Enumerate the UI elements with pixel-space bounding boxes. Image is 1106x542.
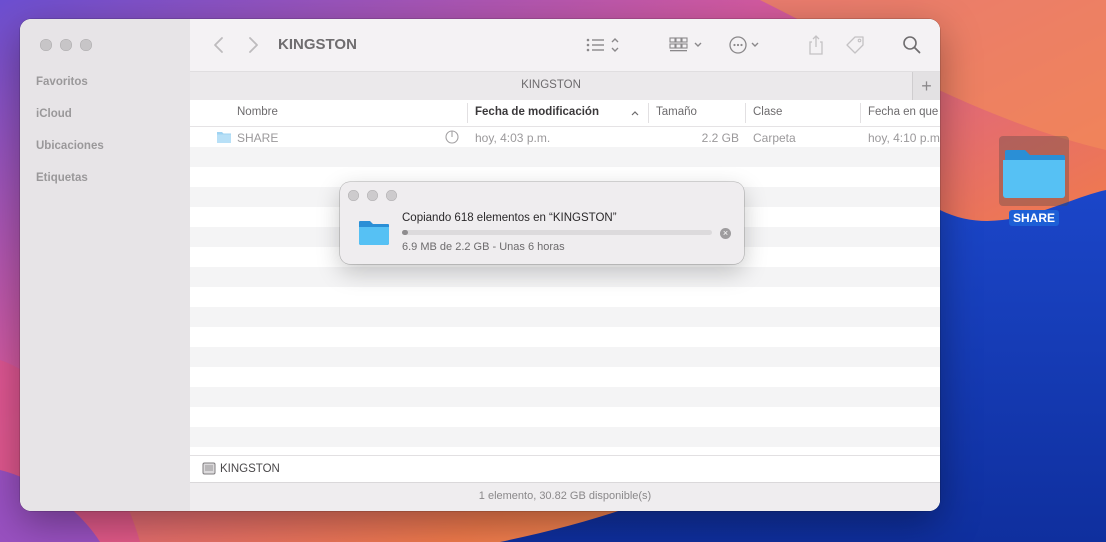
column-header: Nombre Fecha de modificación Tamaño Clas… (190, 100, 940, 127)
column-separator[interactable] (467, 103, 468, 123)
copy-progress-bar (402, 230, 712, 235)
file-list-background (190, 127, 940, 451)
path-item-kingston[interactable]: KINGSTON (220, 463, 280, 475)
path-bar: KINGSTON (190, 455, 940, 483)
sort-ascending-icon (631, 111, 639, 116)
column-separator[interactable] (648, 103, 649, 123)
desktop-folder-share[interactable] (999, 136, 1069, 206)
search-icon[interactable] (901, 33, 923, 57)
column-separator[interactable] (745, 103, 746, 123)
cancel-copy-button[interactable]: × (720, 228, 731, 239)
column-kind[interactable]: Clase (753, 106, 782, 118)
folder-icon (1003, 150, 1065, 198)
close-button[interactable] (40, 39, 52, 51)
copy-dialog-title: Copiando 618 elementos en “KINGSTON” (402, 212, 617, 224)
new-tab-button[interactable]: + (912, 72, 940, 100)
copy-dialog-status: 6.9 MB de 2.2 GB - Unas 6 horas (402, 241, 565, 253)
column-date-added[interactable]: Fecha en que (868, 106, 938, 118)
finder-window[interactable]: Favoritos iCloud Ubicaciones Etiquetas K… (20, 19, 940, 511)
tab-bar: KINGSTON + (190, 71, 940, 101)
dialog-window-controls (348, 190, 397, 201)
copy-progress-dialog[interactable]: Copiando 618 elementos en “KINGSTON” × 6… (340, 182, 744, 264)
sidebar-section-icloud[interactable]: iCloud (36, 108, 72, 120)
sidebar-section-ubicaciones[interactable]: Ubicaciones (36, 140, 104, 152)
file-name: SHARE (237, 131, 279, 145)
main-pane: KINGSTON KINGSTON + Nombre Fecha de modi… (190, 19, 940, 511)
file-modified: hoy, 4:03 p.m. (475, 131, 551, 145)
dialog-zoom-button[interactable] (386, 190, 397, 201)
sidebar-section-etiquetas[interactable]: Etiquetas (36, 172, 88, 184)
window-title: KINGSTON (278, 36, 357, 53)
forward-arrow-icon[interactable] (244, 35, 262, 55)
list-view-icon[interactable] (584, 33, 624, 57)
column-modified[interactable]: Fecha de modificación (475, 106, 599, 118)
file-date-added: hoy, 4:10 p.m. (868, 131, 940, 145)
grid-group-icon[interactable] (668, 33, 708, 57)
column-size[interactable]: Tamaño (656, 106, 697, 118)
file-size: 2.2 GB (701, 131, 739, 145)
tag-icon[interactable] (843, 33, 867, 57)
column-name[interactable]: Nombre (237, 106, 278, 118)
window-controls (40, 39, 92, 51)
sidebar: Favoritos iCloud Ubicaciones Etiquetas (20, 19, 191, 511)
zoom-button[interactable] (80, 39, 92, 51)
drive-icon (202, 462, 216, 475)
file-kind: Carpeta (753, 131, 796, 145)
column-separator[interactable] (860, 103, 861, 123)
table-row[interactable]: SHARE hoy, 4:03 p.m. 2.2 GB Carpeta hoy,… (190, 127, 940, 147)
tab-kingston[interactable]: KINGSTON (190, 79, 912, 91)
share-icon[interactable] (806, 33, 826, 57)
dialog-close-button[interactable] (348, 190, 359, 201)
dialog-minimize-button[interactable] (367, 190, 378, 201)
folder-icon (217, 132, 231, 143)
desktop-folder-label[interactable]: SHARE (1009, 210, 1060, 226)
back-arrow-icon[interactable] (210, 35, 228, 55)
copy-progress-fill (402, 230, 409, 235)
status-bar: 1 elemento, 30.82 GB disponible(s) (190, 482, 940, 511)
folder-icon (359, 221, 389, 245)
minimize-button[interactable] (60, 39, 72, 51)
sidebar-section-favoritos[interactable]: Favoritos (36, 76, 88, 88)
more-actions-icon[interactable] (728, 33, 768, 57)
toolbar: KINGSTON (190, 19, 940, 71)
progress-pie-icon (445, 130, 459, 144)
